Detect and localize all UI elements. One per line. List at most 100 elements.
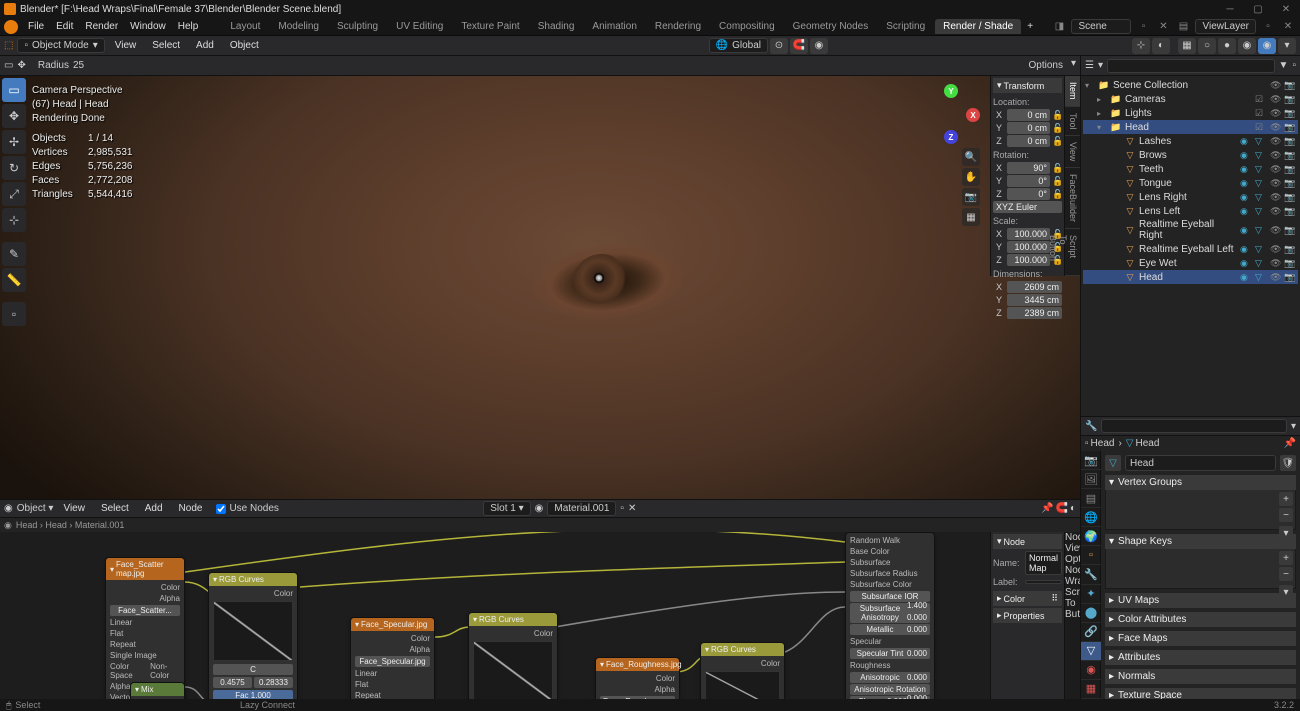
camera-icon[interactable]: 📷	[962, 188, 980, 206]
new-scene-button[interactable]: ▫	[1135, 19, 1151, 35]
outliner-item[interactable]: ▸📁Cameras☑👁📷	[1083, 92, 1298, 106]
material-icon[interactable]: ◉	[1240, 150, 1252, 161]
outliner-item[interactable]: ▽Lens Left◉▽👁📷	[1083, 204, 1298, 218]
minimize-button[interactable]: ─	[1220, 2, 1240, 16]
node-image-texture-specular[interactable]: ▾Face_Specular.jpg Color Alpha Face_Spec…	[350, 617, 435, 699]
outliner-item[interactable]: ▾📁Scene Collection👁📷	[1083, 78, 1298, 92]
hide-viewport-icon[interactable]: 👁	[1270, 94, 1282, 105]
fac-slider[interactable]: Fac 1.000	[213, 690, 293, 699]
node-panel-header[interactable]: ▾ Node	[993, 534, 1062, 549]
filter-icon[interactable]: ▼	[1279, 60, 1289, 71]
node-image-texture-scatter[interactable]: ▾Face_Scatter map.jpg Color Alpha Face_S…	[105, 557, 185, 699]
gizmo-button[interactable]: ⊹	[1132, 38, 1150, 54]
projection-selector[interactable]: Flat	[110, 628, 180, 639]
material-icon[interactable]: ◉	[1240, 244, 1252, 255]
uv-maps-header[interactable]: ▸UV Maps	[1105, 593, 1296, 608]
node-principled-bsdf[interactable]: Random Walk Base Color Subsurface Subsur…	[845, 532, 935, 699]
menu-render[interactable]: Render	[79, 19, 124, 34]
sidebar-tab-facebuilder[interactable]: FaceBuilder	[1065, 168, 1080, 229]
mesh-data-icon[interactable]: ▽	[1255, 150, 1267, 161]
curve-widget[interactable]	[473, 641, 553, 699]
rendered-shade-button[interactable]: ◉	[1258, 38, 1276, 54]
node-rgb-curves[interactable]: ▾RGB Curves Color C 0.49920.01042 Fac 1.…	[468, 612, 558, 699]
delete-viewlayer-button[interactable]: ✕	[1280, 19, 1296, 35]
output-tab[interactable]: 🖼	[1081, 470, 1101, 489]
workspace-tab[interactable]: Layout	[222, 19, 268, 34]
overlays-button[interactable]: ◐	[1152, 38, 1170, 54]
node-rgb-curves[interactable]: ▾RGB Curves Color C 0.45750.28333 Fac 1.…	[208, 572, 298, 699]
viewlayer-tab[interactable]: ▤	[1081, 489, 1101, 508]
add-tool[interactable]: ▫	[2, 302, 26, 326]
dim-y-input[interactable]: 3445 cm	[1007, 294, 1062, 306]
rot-y-input[interactable]: 0°	[1007, 175, 1050, 187]
attributes-header[interactable]: ▸Attributes	[1105, 650, 1296, 665]
proportional-button[interactable]: ◉	[810, 38, 828, 54]
pin-button[interactable]: 📌	[1041, 503, 1053, 514]
node-menu-select[interactable]: Select	[95, 501, 135, 516]
hide-viewport-icon[interactable]: 👁	[1270, 150, 1282, 161]
sidebar-tab-tool[interactable]: Tool	[1065, 107, 1080, 137]
transform-tool[interactable]: ⊹	[2, 208, 26, 232]
texture-tab[interactable]: ▦	[1081, 680, 1101, 699]
workspace-tab[interactable]: Scripting	[878, 19, 933, 34]
disable-render-icon[interactable]: 📷	[1284, 122, 1296, 133]
disable-render-icon[interactable]: 📷	[1284, 136, 1296, 147]
workspace-tab[interactable]: Sculpting	[329, 19, 386, 34]
mesh-icon[interactable]: ▽	[1105, 455, 1121, 471]
disable-render-icon[interactable]: 📷	[1284, 272, 1296, 283]
node-menu-add[interactable]: Add	[139, 501, 169, 516]
outliner-item[interactable]: ▽Teeth◉▽👁📷	[1083, 162, 1298, 176]
hide-viewport-icon[interactable]: 👁	[1270, 108, 1282, 119]
workspace-tab-active[interactable]: Render / Shade	[935, 19, 1021, 34]
lock-icon[interactable]: 🔓	[1052, 123, 1062, 134]
menu-add[interactable]: Add	[190, 38, 220, 53]
snap-button[interactable]: 🧲	[790, 38, 808, 54]
scene-selector[interactable]: Scene	[1071, 19, 1131, 34]
axis-x[interactable]: X	[966, 108, 980, 122]
cursor-icon[interactable]: ✥	[17, 60, 25, 71]
add-workspace-button[interactable]: +	[1021, 19, 1039, 34]
editor-type-icon[interactable]: 🔧	[1085, 421, 1097, 432]
workspace-tab[interactable]: Geometry Nodes	[785, 19, 877, 34]
rot-x-input[interactable]: 90°	[1007, 162, 1050, 174]
disable-render-icon[interactable]: 📷	[1284, 80, 1296, 91]
node-name-input[interactable]: Normal Map	[1025, 551, 1062, 575]
mesh-data-icon[interactable]: ▽	[1255, 164, 1267, 175]
outliner-item[interactable]: ▽Tongue◉▽👁📷	[1083, 176, 1298, 190]
material-icon[interactable]: ◉	[1240, 206, 1252, 217]
mesh-data-tab[interactable]: ▽	[1081, 642, 1101, 661]
node-menu-node[interactable]: Node	[173, 501, 209, 516]
menu-button[interactable]: ▾	[1279, 585, 1293, 599]
hide-viewport-icon[interactable]: 👁	[1270, 192, 1282, 203]
node-sidebar-tab-view[interactable]: View	[1065, 543, 1080, 554]
editor-type-icon[interactable]: ◉	[4, 503, 13, 514]
workspace-tab[interactable]: Animation	[584, 19, 644, 34]
scale-tool[interactable]: ⤢	[2, 182, 26, 206]
color-panel-header[interactable]: ▸ Color ⠿	[993, 591, 1062, 606]
shader-type-selector[interactable]: Object ▾	[17, 503, 54, 514]
world-tab[interactable]: 🌍	[1081, 527, 1101, 546]
outliner-search-input[interactable]	[1107, 59, 1275, 73]
axis-y[interactable]: Y	[944, 84, 958, 98]
material-icon[interactable]: ◉	[1240, 192, 1252, 203]
node-image-texture-roughness[interactable]: ▾Face_Roughness.jpg Color Alpha Face_Rou…	[595, 657, 680, 699]
pan-icon[interactable]: ✋	[962, 168, 980, 186]
transform-panel-header[interactable]: ▾ Transform	[993, 78, 1062, 93]
material-icon[interactable]: ◉	[1240, 225, 1252, 236]
overlay-button[interactable]: ◐	[1070, 503, 1076, 514]
shading-dropdown[interactable]: ▾	[1278, 38, 1296, 54]
lock-icon[interactable]: 🔓	[1052, 189, 1062, 200]
mesh-data-icon[interactable]: ▽	[1255, 192, 1267, 203]
solid-shade-button[interactable]: ●	[1218, 38, 1236, 54]
menu-select[interactable]: Select	[146, 38, 186, 53]
mesh-data-icon[interactable]: ▽	[1255, 244, 1267, 255]
editor-type-icon[interactable]: ☰	[1085, 60, 1094, 71]
face-maps-header[interactable]: ▸Face Maps	[1105, 631, 1296, 646]
outliner-item[interactable]: ▸📁Lights☑👁📷	[1083, 106, 1298, 120]
delete-scene-button[interactable]: ✕	[1155, 19, 1171, 35]
mesh-data-icon[interactable]: ▽	[1255, 225, 1267, 236]
xray-button[interactable]: ▦	[1178, 38, 1196, 54]
scene-tab[interactable]: 🌐	[1081, 508, 1101, 527]
hide-viewport-icon[interactable]: 👁	[1270, 164, 1282, 175]
source-selector[interactable]: Single Image	[110, 650, 180, 661]
